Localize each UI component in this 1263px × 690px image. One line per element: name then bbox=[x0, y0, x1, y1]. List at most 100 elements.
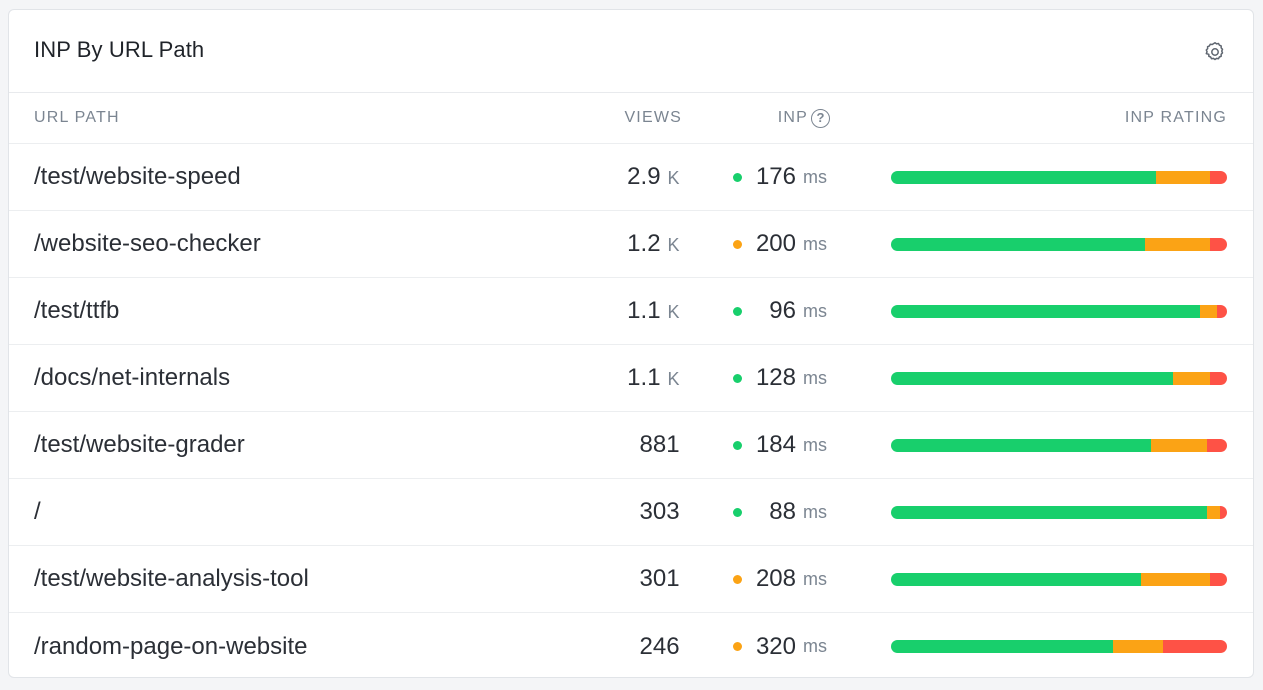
inp-rating-bar[interactable] bbox=[891, 572, 1227, 586]
rating-segment-needs-improvement bbox=[1206, 505, 1221, 519]
table-row[interactable]: /test/ttfb 1.1 K 96 ms bbox=[9, 278, 1253, 345]
table-row[interactable]: /docs/net-internals 1.1 K 128 ms bbox=[9, 345, 1253, 412]
inp-table: URL PATH VIEWS INP ? INP RATING /test/we… bbox=[9, 93, 1253, 677]
table-header-row: URL PATH VIEWS INP ? INP RATING bbox=[9, 93, 1253, 144]
inp-cell: 176 ms bbox=[680, 163, 827, 191]
inp-rating-bar[interactable] bbox=[891, 170, 1227, 184]
inp-unit: ms bbox=[803, 300, 827, 321]
inp-rating-bar[interactable] bbox=[891, 438, 1227, 452]
table-row[interactable]: /test/website-analysis-tool 301 208 ms bbox=[9, 546, 1253, 613]
column-header-url-path[interactable]: URL PATH bbox=[9, 109, 569, 127]
url-path-text[interactable]: /random-page-on-website bbox=[34, 633, 307, 660]
rating-segment-poor bbox=[1220, 505, 1227, 519]
inp-value: 176 bbox=[755, 163, 796, 190]
url-path-cell: / bbox=[9, 498, 567, 526]
inp-value: 208 bbox=[755, 565, 796, 592]
inp-cell: 184 ms bbox=[680, 431, 827, 459]
inp-rating-bar[interactable] bbox=[891, 371, 1227, 385]
rating-segment-needs-improvement bbox=[1112, 640, 1164, 653]
views-cell: 301 bbox=[567, 565, 680, 593]
rating-segment-good bbox=[891, 572, 1142, 586]
inp-rating-bar[interactable] bbox=[891, 640, 1227, 653]
inp-value: 96 bbox=[769, 297, 796, 324]
views-cell: 1.2 K bbox=[567, 230, 680, 258]
url-path-cell: /website-seo-checker bbox=[9, 230, 567, 258]
inp-by-url-path-card: INP By URL Path URL PATH VIEWS INP ? INP… bbox=[8, 9, 1254, 678]
url-path-cell: /random-page-on-website bbox=[9, 633, 567, 661]
inp-rating-bar[interactable] bbox=[891, 505, 1227, 519]
inp-status-dot bbox=[733, 440, 742, 450]
inp-value: 128 bbox=[755, 364, 796, 391]
rating-segment-good bbox=[891, 170, 1157, 184]
views-cell: 881 bbox=[567, 431, 680, 459]
column-header-inp[interactable]: INP ? bbox=[682, 108, 830, 128]
url-path-text[interactable]: / bbox=[34, 498, 41, 525]
rating-segment-needs-improvement bbox=[1141, 572, 1211, 586]
inp-value: 184 bbox=[755, 431, 796, 458]
inp-rating-cell bbox=[827, 170, 1253, 184]
column-header-views[interactable]: VIEWS bbox=[569, 109, 682, 127]
rating-segment-needs-improvement bbox=[1200, 304, 1217, 318]
rating-segment-poor bbox=[1206, 438, 1227, 452]
rating-segment-good bbox=[891, 438, 1152, 452]
rating-segment-needs-improvement bbox=[1156, 170, 1211, 184]
inp-value: 88 bbox=[769, 498, 796, 525]
rating-segment-poor bbox=[1210, 237, 1227, 251]
table-row[interactable]: /website-seo-checker 1.2 K 200 ms bbox=[9, 211, 1253, 278]
inp-status-dot bbox=[733, 507, 742, 517]
rating-segment-good bbox=[891, 505, 1207, 519]
table-row[interactable]: /test/website-grader 881 184 ms bbox=[9, 412, 1253, 479]
help-icon[interactable]: ? bbox=[811, 108, 830, 128]
table-row[interactable]: / 303 88 ms bbox=[9, 479, 1253, 546]
rating-segment-needs-improvement bbox=[1151, 438, 1207, 452]
rating-segment-poor bbox=[1210, 170, 1227, 184]
inp-status-dot bbox=[733, 642, 742, 651]
views-cell: 1.1 K bbox=[567, 297, 680, 325]
views-value: 246 bbox=[639, 632, 680, 660]
rating-segment-poor bbox=[1210, 371, 1227, 385]
views-unit: K bbox=[667, 168, 680, 188]
inp-value: 320 bbox=[755, 632, 796, 660]
inp-unit: ms bbox=[803, 367, 827, 388]
views-cell: 246 bbox=[567, 633, 680, 661]
inp-cell: 128 ms bbox=[680, 364, 827, 392]
table-row[interactable]: /random-page-on-website 246 320 ms bbox=[9, 613, 1253, 677]
url-path-cell: /test/ttfb bbox=[9, 297, 567, 325]
rating-segment-poor bbox=[1210, 572, 1227, 586]
rating-segment-good bbox=[891, 237, 1145, 251]
views-unit: K bbox=[667, 302, 680, 322]
views-cell: 1.1 K bbox=[567, 364, 679, 392]
column-header-inp-rating[interactable]: INP RATING bbox=[830, 109, 1253, 127]
inp-unit: ms bbox=[803, 434, 827, 455]
inp-rating-bar[interactable] bbox=[891, 237, 1227, 251]
inp-cell: 320 ms bbox=[680, 633, 827, 661]
inp-value: 200 bbox=[755, 230, 796, 257]
inp-rating-cell bbox=[827, 640, 1253, 653]
inp-rating-bar[interactable] bbox=[891, 304, 1227, 318]
inp-rating-cell bbox=[827, 572, 1253, 586]
url-path-cell: /test/website-speed bbox=[9, 163, 567, 191]
inp-rating-cell bbox=[827, 371, 1253, 385]
gear-icon[interactable] bbox=[1203, 40, 1227, 64]
url-path-text[interactable]: /test/ttfb bbox=[34, 297, 119, 324]
url-path-text[interactable]: /test/website-speed bbox=[34, 163, 241, 190]
views-value: 2.9 bbox=[627, 163, 661, 190]
views-value: 1.1 bbox=[627, 297, 661, 324]
url-path-cell: /test/website-grader bbox=[9, 431, 567, 459]
url-path-text[interactable]: /test/website-analysis-tool bbox=[34, 565, 309, 592]
url-path-text[interactable]: /docs/net-internals bbox=[34, 364, 230, 391]
inp-unit: ms bbox=[803, 568, 827, 589]
views-value: 303 bbox=[639, 498, 680, 525]
views-value: 1.2 bbox=[627, 230, 661, 257]
url-path-text[interactable]: /test/website-grader bbox=[34, 431, 245, 458]
table-row[interactable]: /test/website-speed 2.9 K 176 ms bbox=[9, 144, 1253, 211]
inp-status-dot bbox=[733, 574, 742, 584]
inp-rating-cell bbox=[827, 438, 1253, 452]
views-unit: K bbox=[667, 235, 680, 255]
inp-unit: ms bbox=[803, 501, 827, 522]
views-value: 881 bbox=[639, 431, 680, 458]
views-cell: 303 bbox=[567, 498, 680, 526]
url-path-text[interactable]: /website-seo-checker bbox=[34, 230, 261, 257]
inp-rating-cell bbox=[827, 304, 1253, 318]
inp-cell: 88 ms bbox=[680, 498, 827, 526]
